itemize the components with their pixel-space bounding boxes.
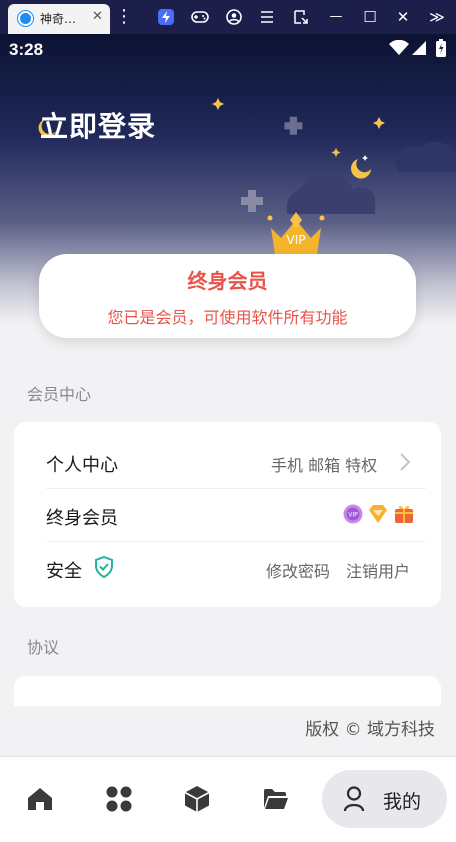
- section-label-member-center: 会员中心: [27, 385, 92, 404]
- tab-close-icon[interactable]: ✕: [92, 9, 103, 24]
- maximize-icon[interactable]: ☐: [360, 8, 380, 26]
- home-icon[interactable]: [27, 786, 53, 812]
- battery-icon: [436, 39, 446, 57]
- vip-badge-label: VIP: [348, 512, 358, 519]
- membership-title: 终身会员: [187, 269, 268, 293]
- tab-me[interactable]: 我的: [322, 770, 447, 828]
- tab-title: 神奇…: [40, 12, 77, 26]
- row-label: 个人中心: [46, 455, 118, 476]
- agreement-panel[interactable]: [14, 676, 441, 706]
- copyright-text: 版权 © 域方科技: [305, 720, 435, 740]
- diamond-badge-icon: [369, 505, 387, 523]
- chevron-right-icon: [400, 453, 411, 471]
- vip-badge-icon: VIP: [343, 504, 363, 524]
- screen-crop-icon[interactable]: [294, 10, 308, 24]
- bolt-icon[interactable]: [158, 9, 174, 25]
- window-close-icon[interactable]: ✕: [393, 8, 413, 26]
- person-icon: [343, 786, 365, 812]
- lifetime-member-row[interactable]: 终身会员 VIP: [14, 489, 441, 541]
- shield-check-icon: [95, 556, 113, 578]
- browser-tab[interactable]: 神奇… ✕: [8, 4, 110, 34]
- vip-crown-icon: VIP: [267, 212, 325, 254]
- app-icon: [18, 11, 33, 26]
- menu-icon[interactable]: [260, 10, 274, 24]
- row-label: 安全: [46, 561, 82, 582]
- member-center-panel: 个人中心 手机 邮箱 特权 终身会员 VIP 安全 修改密码 注销用户: [14, 422, 441, 607]
- signal-icon: [412, 41, 426, 55]
- cube-icon[interactable]: [184, 785, 210, 813]
- vip-crown-label: VIP: [287, 233, 306, 247]
- membership-subtitle: 您已是会员，可使用软件所有功能: [107, 308, 348, 327]
- minimize-icon[interactable]: —: [326, 8, 346, 26]
- row-detail: 手机 邮箱 特权: [271, 456, 378, 475]
- wifi-icon: [389, 40, 409, 55]
- folder-icon[interactable]: [263, 788, 289, 810]
- deregister-user-link[interactable]: 注销用户: [346, 558, 410, 582]
- expand-icon[interactable]: ≫: [427, 8, 447, 26]
- security-row: 安全 修改密码 注销用户: [14, 542, 441, 594]
- change-password-link[interactable]: 修改密码: [266, 558, 330, 582]
- apps-grid-icon[interactable]: [105, 785, 133, 813]
- account-icon[interactable]: [226, 9, 242, 25]
- section-label-agreement: 协议: [27, 638, 60, 657]
- status-time: 3:28: [9, 40, 44, 59]
- bottom-navigation: 我的: [0, 756, 456, 842]
- login-button[interactable]: 立即登录: [40, 105, 156, 145]
- row-label: 终身会员: [46, 508, 118, 529]
- emulator-titlebar: 神奇… ✕ ⋮ — ☐ ✕ ≫: [0, 0, 456, 34]
- more-vert-icon[interactable]: ⋮: [114, 8, 134, 26]
- tab-me-label: 我的: [383, 791, 422, 813]
- membership-card[interactable]: 终身会员 您已是会员，可使用软件所有功能: [39, 254, 416, 338]
- gift-badge-icon: [395, 505, 413, 523]
- personal-center-row[interactable]: 个人中心 手机 邮箱 特权: [14, 436, 441, 488]
- gamepad-icon[interactable]: [191, 10, 209, 24]
